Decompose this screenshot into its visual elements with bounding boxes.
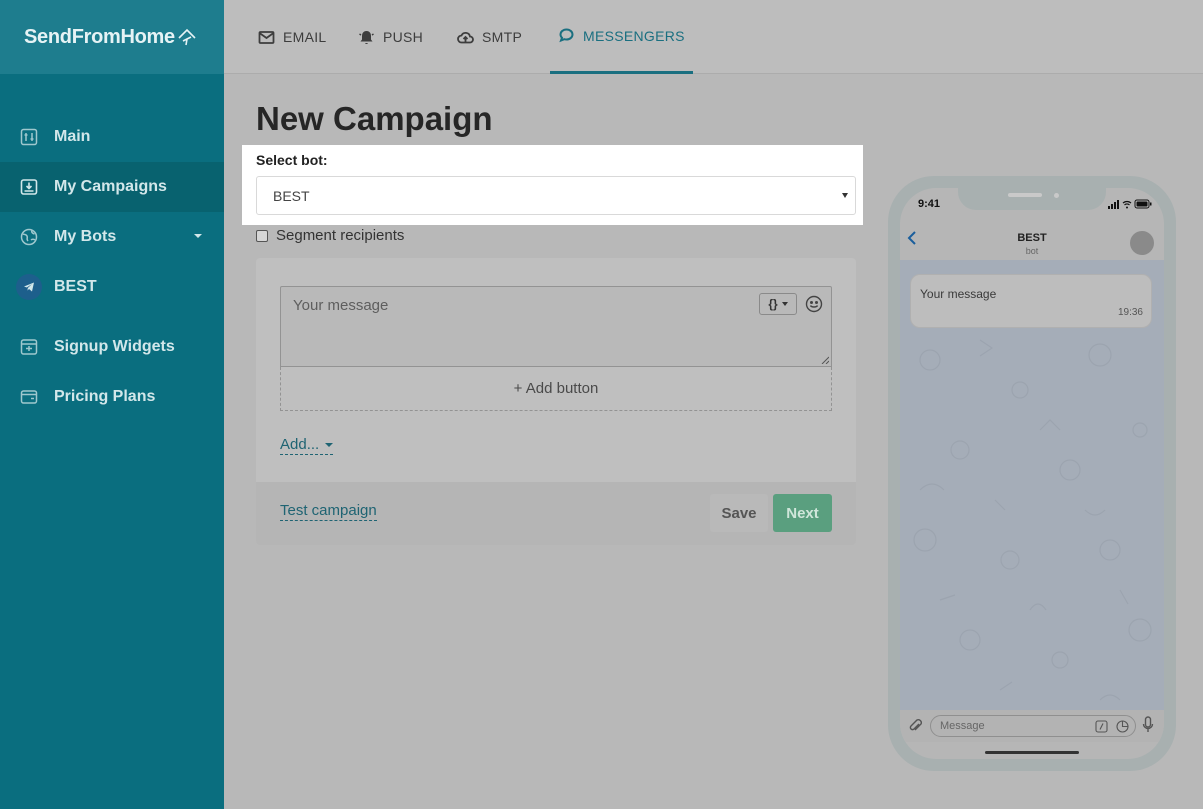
emoji-icon[interactable] (805, 295, 823, 313)
envelope-icon (258, 30, 275, 44)
house-plane-icon (178, 28, 196, 46)
chat-name: BEST (1017, 232, 1047, 244)
phone-preview: 9:41 BEST bot Your message 19:36 Message (888, 176, 1176, 771)
chevron-down-icon (781, 302, 788, 306)
avatar (1130, 231, 1154, 255)
sidebar-item-best[interactable]: BEST (0, 262, 224, 312)
sidebar-item-my-bots[interactable]: My Bots (0, 212, 224, 262)
phone-screen: 9:41 BEST bot Your message 19:36 Message (900, 188, 1164, 759)
sidebar-item-label: Pricing Plans (54, 388, 156, 405)
sidebar-item-label: My Bots (54, 228, 117, 245)
speaker-grille (1008, 193, 1042, 197)
test-campaign-link[interactable]: Test campaign (280, 502, 377, 521)
sidebar-item-my-campaigns[interactable]: My Campaigns (0, 162, 224, 212)
tab-email[interactable]: EMAIL (258, 0, 327, 74)
chat-input-placeholder: Message (940, 720, 985, 732)
bubble-timestamp: 19:36 (1117, 307, 1143, 318)
select-bot-label: Select bot: (256, 152, 328, 168)
tab-label: PUSH (383, 29, 424, 45)
card-footer: Test campaign Save Next (256, 482, 856, 545)
select-bot-panel: Select bot: BEST (242, 145, 863, 225)
camera-dot (1054, 193, 1059, 198)
chat-icon (559, 28, 574, 43)
message-textarea[interactable]: Your message {} (280, 286, 832, 367)
widget-icon (20, 338, 38, 356)
next-button[interactable]: Next (773, 494, 832, 532)
brand-logo[interactable]: SendFromHome (24, 26, 197, 49)
chat-input-bar: Message (900, 710, 1164, 742)
sidebar-item-signup-widgets[interactable]: Signup Widgets (0, 322, 224, 372)
tab-smtp[interactable]: SMTP (457, 0, 522, 74)
segment-recipients[interactable]: Segment recipients (256, 227, 404, 244)
chat-subtitle: bot (1025, 246, 1039, 256)
chat-background: Your message 19:36 (900, 260, 1164, 710)
page-title: New Campaign (256, 100, 493, 137)
paperclip-icon[interactable] (908, 718, 922, 734)
home-indicator (985, 751, 1079, 754)
tab-messengers[interactable]: MESSENGERS (550, 0, 693, 74)
message-placeholder: Your message (293, 297, 389, 314)
message-editor-card: Your message {} + Add button Add... Test… (256, 258, 856, 545)
sidebar-item-label: BEST (54, 278, 97, 295)
sidebar-item-label: Main (54, 128, 91, 145)
phone-notch (958, 188, 1106, 210)
sidebar-item-main[interactable]: Main (0, 112, 224, 162)
add-menu-label: Add... (280, 436, 320, 453)
braces-icon: {} (768, 297, 778, 311)
chevron-down-icon (842, 193, 848, 198)
sidebar: SendFromHome Main My Campaigns My Bots B… (0, 0, 224, 809)
bell-icon (359, 30, 374, 44)
telegram-icon (16, 274, 42, 300)
sidebar-nav: Main My Campaigns My Bots BEST Signup Wi… (0, 112, 224, 422)
tab-label: MESSENGERS (583, 27, 685, 44)
brand-name: SendFromHome (24, 25, 175, 48)
message-bubble: Your message 19:36 (910, 274, 1152, 328)
chat-message-input[interactable]: Message (930, 715, 1136, 737)
add-button-button[interactable]: + Add button (280, 367, 832, 411)
wallet-icon (20, 388, 38, 406)
segment-checkbox[interactable] (256, 229, 268, 242)
globe-icon (20, 228, 38, 246)
segment-label: Segment recipients (276, 227, 405, 244)
chevron-down-icon[interactable] (194, 234, 202, 238)
chat-header: BEST bot (900, 216, 1164, 260)
variables-button[interactable]: {} (759, 293, 797, 315)
bot-select[interactable]: BEST (256, 176, 856, 215)
command-icon[interactable] (1095, 720, 1108, 733)
campaign-icon (20, 178, 38, 196)
sidebar-header: SendFromHome (0, 0, 224, 74)
channel-tabs: EMAIL PUSH SMTP MESSENGERS (224, 0, 1203, 74)
chevron-down-icon (325, 442, 334, 447)
tab-push[interactable]: PUSH (358, 0, 423, 74)
save-button[interactable]: Save (710, 494, 768, 532)
sidebar-item-pricing-plans[interactable]: Pricing Plans (0, 372, 224, 422)
sidebar-item-label: Signup Widgets (54, 338, 175, 355)
cloud-upload-icon (457, 31, 474, 43)
add-menu-dropdown[interactable]: Add... (280, 436, 334, 455)
bubble-text: Your message (920, 287, 997, 301)
sticker-icon[interactable] (1116, 720, 1129, 733)
sidebar-item-label: My Campaigns (54, 178, 167, 195)
tab-label: EMAIL (283, 29, 327, 45)
bot-select-value: BEST (273, 187, 310, 204)
resize-handle-icon[interactable] (821, 356, 829, 364)
microphone-icon[interactable] (1142, 716, 1154, 734)
status-bar-time: 9:41 (918, 198, 941, 210)
status-bar-icons (1108, 199, 1152, 209)
tab-label: SMTP (482, 29, 523, 45)
sliders-icon (20, 128, 38, 146)
